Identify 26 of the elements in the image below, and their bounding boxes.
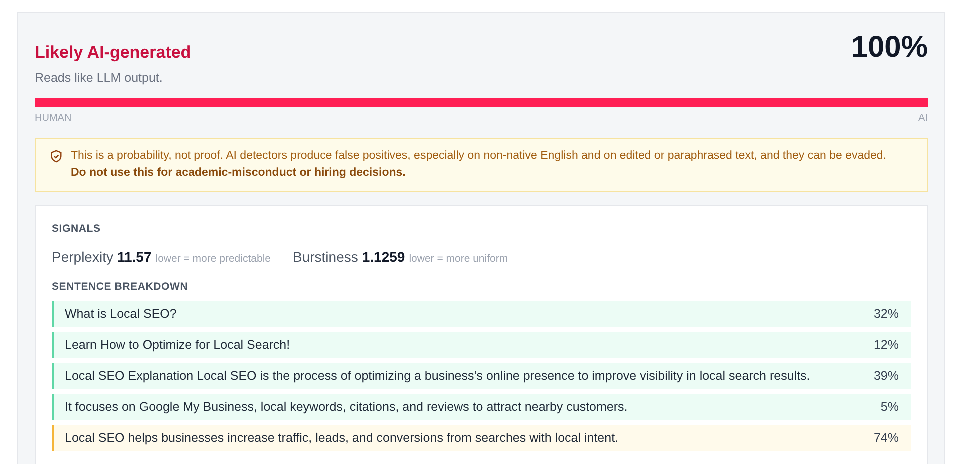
sentence-score: 5% [880,400,899,414]
sentence-score: 32% [874,307,899,321]
sentence-text: Local SEO helps businesses increase traffic, leads, and conversions from searches with local intent. [65,431,619,445]
sentence-text: It focuses on Google My Business, local keywords, citations, and reviews to attract nearby customers. [65,400,628,414]
signal-value: 1.1259 [362,249,406,265]
sentence-text: Learn How to Optimize for Local Search! [65,338,290,352]
signal-hint: lower = more uniform [409,253,508,265]
signal-hint: lower = more predictable [156,253,271,265]
sentence-score: 12% [874,338,899,352]
section-heading: SENTENCE BREAKDOWN [52,281,190,293]
sentence-text: Local SEO Explanation Local SEO is the process of optimizing a business’s online presence to improve visibility in local search results. [65,369,810,383]
warning-emphasis: Do not use this for academic-misconduct or hiring decisions. [71,166,407,181]
section-heading: SIGNALS [52,223,102,235]
scale-label: AI [918,113,928,124]
signal-name: Burstiness [293,249,358,265]
signal-name: Perplexity [52,249,114,265]
scale-label: HUMAN [35,113,72,124]
shield-icon [50,150,63,163]
signal-value: 11.57 [117,249,152,265]
warning-text: This is a probability, not proof. AI detectors produce false positives, especially on non-native English and on edited or paraphrased text, and they can be evaded. [71,149,887,164]
score: 100% [851,31,928,65]
sentence-score: 39% [874,369,899,383]
verdict-subtitle: Reads like LLM output. [35,71,164,85]
sentence-text: What is Local SEO? [65,307,177,321]
sentence-score: 74% [874,431,899,445]
verdict-title: Likely AI-generated [35,43,192,63]
